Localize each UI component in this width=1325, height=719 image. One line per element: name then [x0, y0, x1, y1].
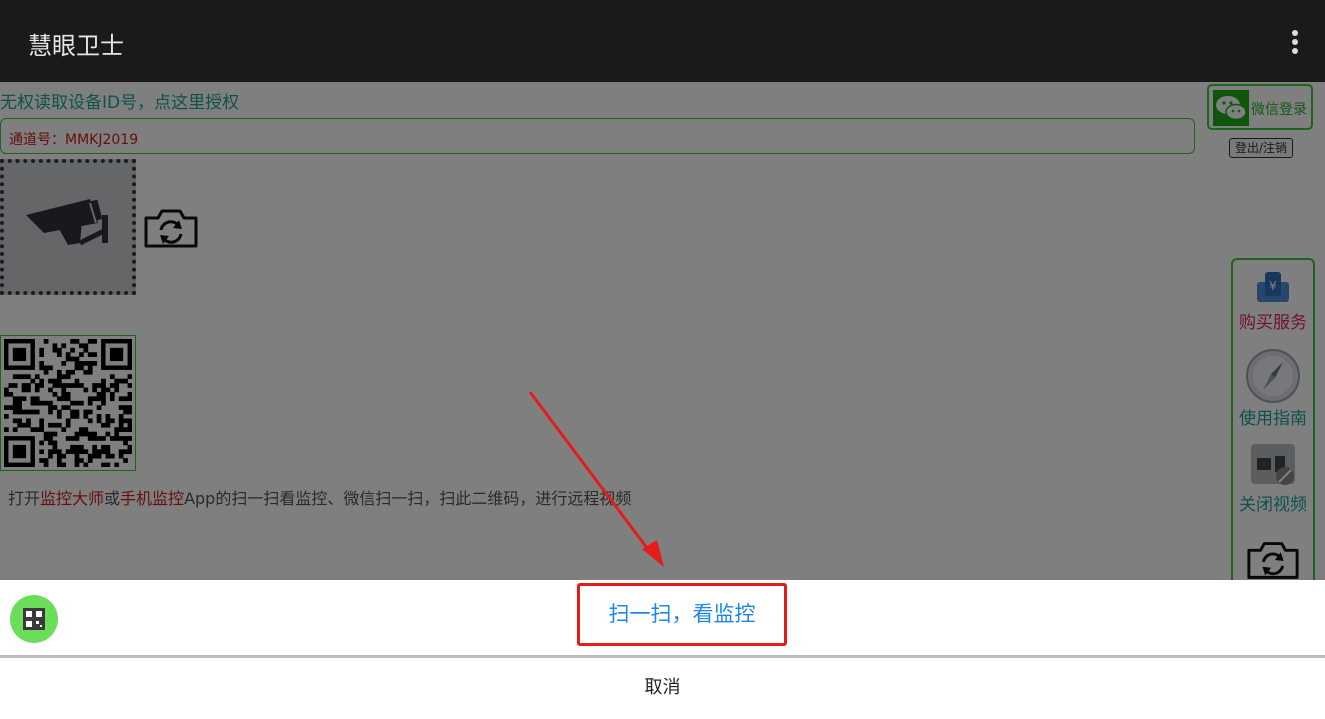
- cancel-button[interactable]: 取消: [0, 658, 1325, 719]
- bottom-sheet-cancel-row: 取消: [0, 658, 1325, 719]
- bottom-sheet-scan-row: 扫一扫，看监控: [0, 580, 1325, 655]
- qr-scan-icon: [10, 595, 58, 643]
- overflow-menu-icon[interactable]: [1291, 30, 1299, 54]
- modal-scrim[interactable]: [0, 82, 1325, 580]
- app-bar: 慧眼卫士: [0, 0, 1325, 82]
- scan-to-watch-button[interactable]: 扫一扫，看监控: [577, 583, 787, 646]
- app-title: 慧眼卫士: [28, 32, 124, 60]
